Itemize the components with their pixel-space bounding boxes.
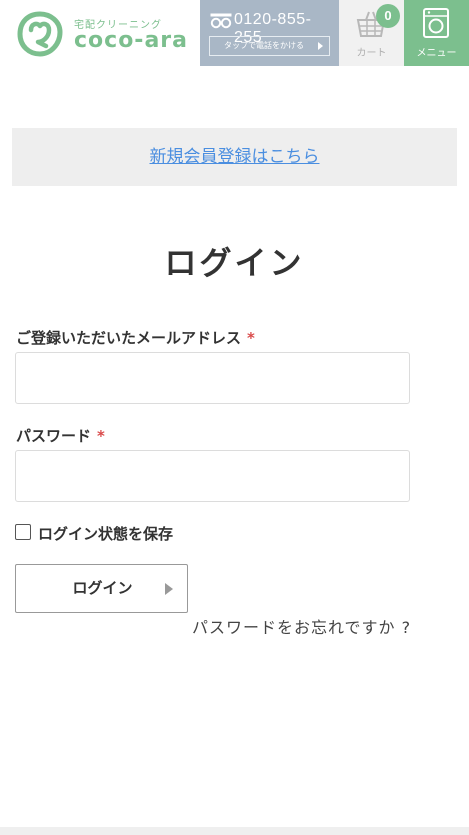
- required-mark: *: [97, 427, 105, 445]
- required-mark: *: [247, 329, 255, 347]
- menu-button[interactable]: メニュー: [404, 0, 469, 66]
- call-button-label: タップで電話をかける: [224, 41, 304, 50]
- logo-text: coco-ara: [74, 28, 188, 53]
- forgot-password-link[interactable]: パスワードをお忘れですか ?: [192, 614, 411, 638]
- triangle-right-icon: [318, 42, 323, 50]
- site-logo[interactable]: 宅配クリーニング coco-ara: [16, 8, 196, 60]
- cart-label: カート: [356, 48, 387, 59]
- menu-label: メニュー: [416, 48, 457, 59]
- remember-label[interactable]: ログイン状態を保存: [38, 523, 173, 544]
- site-header: 宅配クリーニング coco-ara 0120-855-255 タップで電話をかけ…: [0, 0, 469, 66]
- password-label-text: パスワード: [16, 427, 92, 445]
- remember-checkbox[interactable]: [15, 524, 31, 540]
- coco-ara-logo-icon: [17, 11, 63, 57]
- email-field[interactable]: [15, 352, 410, 404]
- register-link[interactable]: 新規会員登録はこちら: [150, 147, 320, 167]
- washing-machine-icon: [423, 8, 449, 38]
- call-button[interactable]: タップで電話をかける: [209, 36, 330, 56]
- tel-panel[interactable]: 0120-855-255 タップで電話をかける: [200, 0, 339, 66]
- footer-divider: [0, 827, 469, 835]
- cart-count-badge: 0: [376, 4, 400, 28]
- triangle-right-icon: [165, 583, 173, 595]
- email-label: ご登録いただいたメールアドレス *: [16, 327, 255, 348]
- freedial-icon: [210, 13, 232, 29]
- page-title: ログイン: [164, 244, 305, 282]
- password-field[interactable]: [15, 450, 410, 502]
- cart-button[interactable]: 0 カート: [339, 0, 404, 66]
- email-label-text: ご登録いただいたメールアドレス: [16, 329, 242, 347]
- login-button-label: ログイン: [72, 579, 133, 597]
- register-banner: 新規会員登録はこちら: [12, 128, 457, 186]
- login-button[interactable]: ログイン: [15, 564, 188, 613]
- password-label: パスワード *: [16, 425, 105, 446]
